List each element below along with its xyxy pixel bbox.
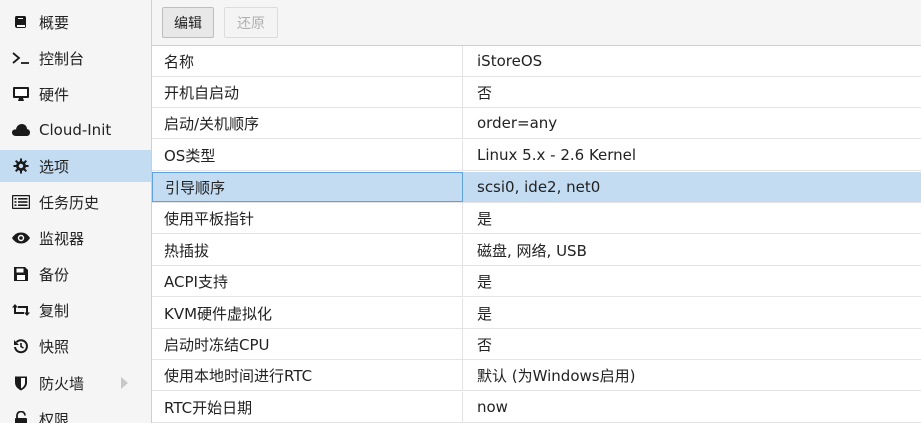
sidebar-item-backup[interactable]: 备份 bbox=[0, 258, 151, 290]
sidebar-item-label: 硬件 bbox=[39, 85, 70, 104]
edit-button[interactable]: 编辑 bbox=[162, 7, 214, 38]
option-key: 开机自启动 bbox=[152, 77, 463, 107]
option-key: OS类型 bbox=[152, 140, 463, 170]
table-row-selected[interactable]: 引导顺序 scsi0, ide2, net0 bbox=[152, 172, 921, 203]
sidebar: 概要 控制台 硬件 Cloud-Init 选项 任务历史 监视器 备份 复制 快… bbox=[0, 0, 152, 423]
options-panel: 编辑 还原 名称 iStoreOS 开机自启动 否 启动/关机顺序 order=… bbox=[152, 0, 921, 423]
history-icon bbox=[11, 336, 31, 356]
sidebar-item-label: Cloud-Init bbox=[39, 121, 112, 139]
option-key: 名称 bbox=[152, 46, 463, 76]
option-key: KVM硬件虚拟化 bbox=[152, 298, 463, 328]
sidebar-item-cloud-init[interactable]: Cloud-Init bbox=[0, 114, 151, 146]
sidebar-item-label: 监视器 bbox=[39, 229, 85, 248]
sidebar-item-label: 控制台 bbox=[39, 49, 85, 68]
option-value: order=any bbox=[477, 114, 558, 132]
sidebar-item-replication[interactable]: 复制 bbox=[0, 294, 151, 326]
sidebar-item-label: 任务历史 bbox=[39, 193, 100, 212]
table-row[interactable]: OS类型 Linux 5.x - 2.6 Kernel bbox=[152, 140, 921, 171]
table-row[interactable]: 使用平板指针 是 bbox=[152, 203, 921, 234]
book-icon bbox=[11, 12, 31, 32]
unlock-icon bbox=[11, 409, 31, 423]
table-row[interactable]: 启动/关机顺序 order=any bbox=[152, 108, 921, 139]
eye-icon bbox=[11, 228, 31, 248]
table-row[interactable]: 使用本地时间进行RTC 默认 (为Windows启用) bbox=[152, 360, 921, 391]
sidebar-item-options[interactable]: 选项 bbox=[0, 150, 151, 182]
option-value: iStoreOS bbox=[477, 52, 543, 70]
sidebar-item-label: 快照 bbox=[39, 337, 70, 356]
option-value: 否 bbox=[477, 83, 493, 102]
option-key: RTC开始日期 bbox=[152, 392, 463, 422]
option-value: now bbox=[477, 398, 508, 416]
sidebar-item-label: 防火墙 bbox=[39, 374, 85, 393]
list-icon bbox=[11, 192, 31, 212]
shield-icon bbox=[11, 373, 31, 393]
sidebar-item-label: 权限 bbox=[39, 410, 70, 423]
table-row[interactable]: 启动时冻结CPU 否 bbox=[152, 329, 921, 360]
option-value: 磁盘, 网络, USB bbox=[477, 241, 587, 260]
table-row[interactable]: KVM硬件虚拟化 是 bbox=[152, 298, 921, 329]
sidebar-item-task-history[interactable]: 任务历史 bbox=[0, 186, 151, 218]
option-value: 是 bbox=[477, 209, 493, 228]
table-row[interactable]: 热插拔 磁盘, 网络, USB bbox=[152, 235, 921, 266]
sidebar-item-snapshots[interactable]: 快照 bbox=[0, 330, 151, 362]
option-value: 默认 (为Windows启用) bbox=[477, 366, 636, 385]
revert-button[interactable]: 还原 bbox=[224, 7, 278, 38]
sidebar-item-console[interactable]: 控制台 bbox=[0, 42, 151, 74]
sidebar-item-label: 复制 bbox=[39, 301, 70, 320]
sidebar-item-firewall[interactable]: 防火墙 bbox=[0, 367, 151, 399]
sidebar-item-label: 备份 bbox=[39, 265, 70, 284]
option-key: 热插拔 bbox=[152, 235, 463, 265]
option-key: 启动/关机顺序 bbox=[152, 108, 463, 138]
terminal-icon bbox=[11, 48, 31, 68]
cloud-icon bbox=[11, 120, 31, 140]
option-value: 否 bbox=[477, 335, 493, 354]
retweet-icon bbox=[11, 300, 31, 320]
table-row[interactable]: 名称 iStoreOS bbox=[152, 46, 921, 77]
expand-arrow-icon[interactable] bbox=[121, 377, 128, 389]
option-key: ACPI支持 bbox=[152, 266, 463, 296]
option-key: 使用平板指针 bbox=[152, 203, 463, 233]
option-key: 启动时冻结CPU bbox=[152, 329, 463, 359]
option-value: scsi0, ide2, net0 bbox=[477, 178, 601, 196]
option-value: 是 bbox=[477, 304, 493, 323]
toolbar: 编辑 还原 bbox=[152, 0, 921, 46]
option-key: 使用本地时间进行RTC bbox=[152, 360, 463, 390]
sidebar-item-permissions[interactable]: 权限 bbox=[0, 403, 151, 423]
table-row[interactable]: ACPI支持 是 bbox=[152, 266, 921, 297]
sidebar-item-label: 选项 bbox=[39, 157, 70, 176]
sidebar-item-summary[interactable]: 概要 bbox=[0, 6, 151, 38]
gear-icon bbox=[11, 156, 31, 176]
desktop-icon bbox=[11, 84, 31, 104]
floppy-icon bbox=[11, 264, 31, 284]
option-key: 引导顺序 bbox=[152, 172, 463, 202]
option-value: Linux 5.x - 2.6 Kernel bbox=[477, 146, 637, 164]
table-row[interactable]: RTC开始日期 now bbox=[152, 392, 921, 423]
sidebar-item-monitor[interactable]: 监视器 bbox=[0, 222, 151, 254]
option-value: 是 bbox=[477, 272, 493, 291]
sidebar-item-hardware[interactable]: 硬件 bbox=[0, 78, 151, 110]
sidebar-item-label: 概要 bbox=[39, 13, 70, 32]
table-row[interactable]: 开机自启动 否 bbox=[152, 77, 921, 108]
